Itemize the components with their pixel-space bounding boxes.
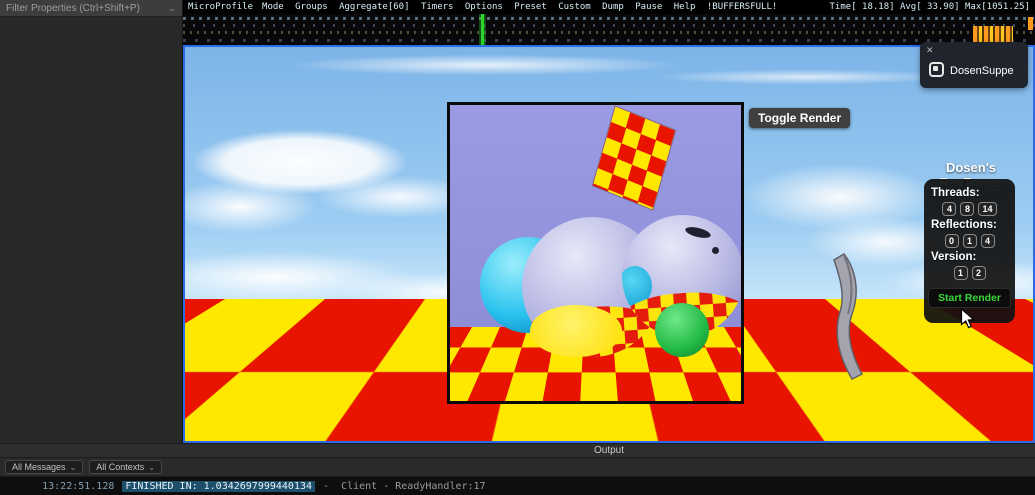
app-root: Filter Properties (Ctrl+Shift+P) ⌄ Toggl…	[0, 0, 1035, 495]
version-option-button[interactable]: 2	[971, 266, 986, 280]
close-icon[interactable]: ✕	[926, 45, 934, 56]
microprofile-menu-item[interactable]: Groups	[295, 2, 328, 12]
render-dark-dot	[712, 246, 720, 254]
profiler-bar-orange-edge	[1028, 17, 1033, 30]
microprofile-menu-item[interactable]: Help	[674, 2, 696, 12]
log-timestamp: 13:22:51.128	[42, 480, 115, 492]
reflections-option-button[interactable]: 4	[980, 234, 995, 248]
reflections-options: 0 1 4	[924, 234, 1015, 248]
microprofile-title: MicroProfile	[188, 2, 254, 12]
render-checker-flag	[592, 106, 676, 210]
profiler-text-rows	[183, 14, 1035, 45]
profiler-marker-green	[481, 14, 484, 45]
threads-options: 4 8 14	[924, 202, 1015, 216]
filter-properties-input[interactable]: Filter Properties (Ctrl+Shift+P) ⌄	[0, 0, 182, 17]
version-option-button[interactable]: 1	[953, 266, 968, 280]
microprofile-menu-item[interactable]: Mode	[262, 2, 284, 12]
threads-option-button[interactable]: 14	[978, 202, 997, 216]
log-entry[interactable]: 13:22:51.128 FINISHED IN: 1.0342697999440…	[6, 470, 486, 495]
main-area: Toggle Render MicroProfile Mode Groups A…	[183, 0, 1035, 443]
viewport-3d[interactable]: Toggle Render	[183, 45, 1035, 443]
render-sphere-green	[655, 303, 709, 357]
notification-toast: ✕ DosenSuppe	[920, 42, 1028, 88]
mouse-cursor	[960, 308, 976, 329]
microprofile-menu-item[interactable]: Dump	[602, 2, 624, 12]
microprofile-buffers-warning: !BUFFERSFULL!	[706, 2, 778, 12]
microprofile-menu-item[interactable]: Pause	[635, 2, 662, 12]
microprofile-menu-item[interactable]: Options	[465, 2, 503, 12]
render-blob-yellow	[530, 305, 622, 357]
properties-panel: Filter Properties (Ctrl+Shift+P) ⌄	[0, 0, 183, 443]
microprofile-menu-item[interactable]: Preset	[514, 2, 547, 12]
reflections-label: Reflections:	[931, 219, 997, 231]
output-header: Output	[0, 443, 1035, 458]
output-log: 13:22:51.128 FINISHED IN: 1.0342697999440…	[0, 477, 1035, 495]
microprofile-menu-item[interactable]: Timers	[421, 2, 454, 12]
log-message-rest: - Client - ReadyHandler:17	[323, 480, 486, 492]
plugin-icon	[929, 62, 944, 77]
profiler-timeline[interactable]	[183, 14, 1035, 45]
filter-properties-label: Filter Properties (Ctrl+Shift+P)	[6, 2, 140, 14]
threads-label: Threads:	[931, 187, 980, 199]
threads-option-button[interactable]: 4	[942, 202, 957, 216]
toggle-render-button[interactable]: Toggle Render	[749, 108, 851, 128]
version-label: Version:	[931, 251, 977, 263]
version-options: 1 2	[924, 266, 1015, 280]
microprofile-bar: MicroProfile Mode Groups Aggregate[60] T…	[183, 0, 1035, 14]
chevron-down-icon: ⌄	[168, 2, 176, 13]
reflections-option-button[interactable]: 0	[944, 234, 959, 248]
threads-option-button[interactable]: 8	[960, 202, 975, 216]
output-title: Output	[593, 445, 625, 456]
gray-ribbon-part[interactable]	[830, 252, 868, 382]
microprofile-menu: Mode Groups Aggregate[60] Timers Options…	[262, 2, 783, 12]
microprofile-menu-item[interactable]: Custom	[558, 2, 591, 12]
microprofile-stats: Time[ 18.18] Avg[ 33.90] Max[1051.25]	[829, 2, 1030, 12]
toast-title: DosenSuppe	[950, 65, 1014, 77]
raytracer-render-image	[447, 102, 744, 404]
render-dark-mark	[684, 225, 713, 241]
start-render-button[interactable]: Start Render	[927, 288, 1011, 308]
raytracer-control-panel: Threads: 4 8 14 Reflections: 0 1 4 Versi…	[924, 179, 1015, 323]
microprofile-menu-item[interactable]: Aggregate[60]	[339, 2, 409, 12]
reflections-option-button[interactable]: 1	[962, 234, 977, 248]
log-message-highlighted: FINISHED IN: 1.0342697999440134	[122, 480, 316, 492]
